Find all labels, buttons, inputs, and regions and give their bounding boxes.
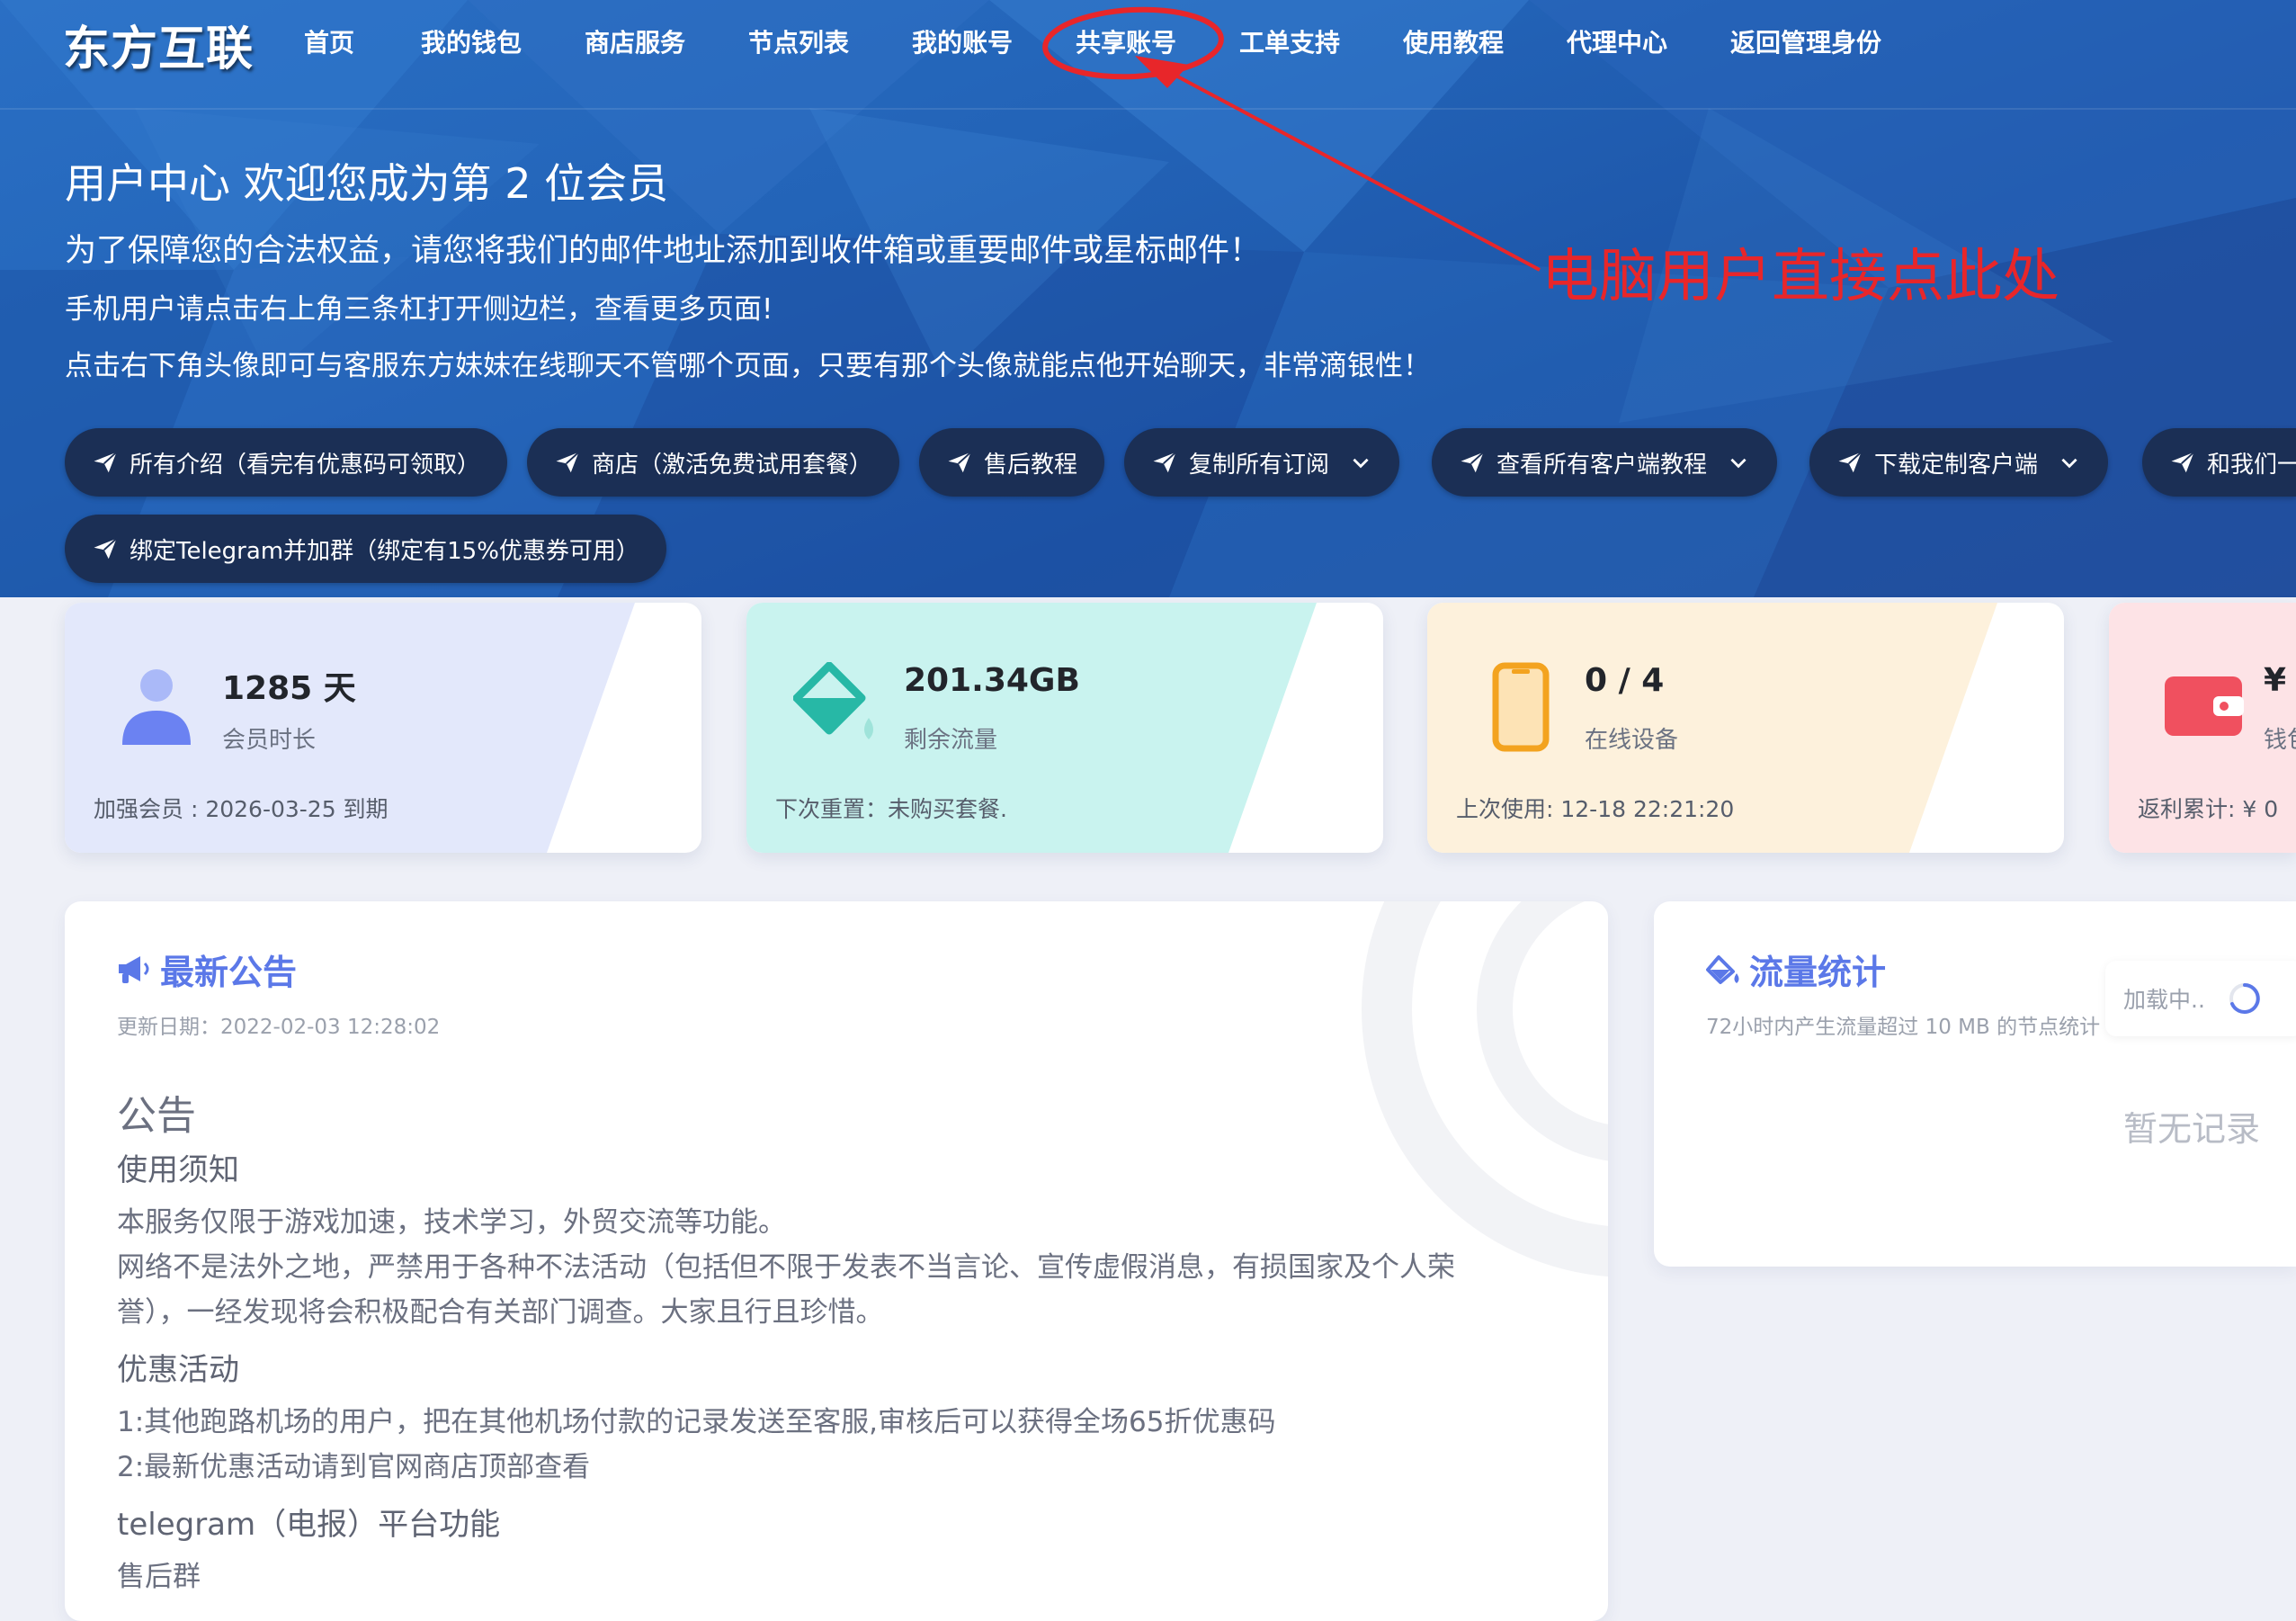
usage-notice-p2: 网络不是法外之地，严禁用于各种不法活动（包括但不限于发表不当言论、宣传虚假消息，… — [117, 1251, 1455, 1284]
remaining-traffic-value: 201.34GB — [904, 662, 1080, 699]
loading-indicator: 加载中.. — [2105, 961, 2296, 1036]
after-sales-button[interactable]: 售后教程 — [919, 428, 1105, 497]
traffic-empty-state: 暂无记录 — [2123, 1109, 2261, 1149]
spinner-icon — [2229, 983, 2260, 1014]
member-expiry: 加强会员 : 2026-03-25 到期 — [94, 796, 389, 822]
join-us-button[interactable]: 和我们一 — [2142, 428, 2296, 497]
telegram-p1: 售后群 — [117, 1561, 201, 1593]
top-navigation: 东方互联 首页 我的钱包 商店服务 节点列表 我的账号 共享账号 工单支持 使用… — [0, 0, 2296, 110]
annotation-text: 电脑用户直接点此处 — [1541, 244, 2059, 310]
nav-item-my-account[interactable]: 我的账号 — [912, 23, 1013, 59]
paint-bucket-icon — [1706, 954, 1739, 984]
traffic-reset-info: 下次重置：未购买套餐. — [775, 796, 1007, 822]
remaining-traffic-card: 201.34GB 剩余流量 下次重置：未购买套餐. — [746, 603, 1383, 853]
paper-plane-icon — [948, 452, 972, 473]
traffic-stats-subtitle: 72小时内产生流量超过 10 MB 的节点统计 — [1706, 1016, 2101, 1039]
remaining-traffic-label: 剩余流量 — [904, 727, 998, 754]
member-duration-label: 会员时长 — [222, 727, 317, 754]
online-devices-card: 0 / 4 在线设备 上次使用: 12-18 22:21:20 — [1427, 603, 2064, 853]
chevron-down-icon — [2061, 458, 2077, 469]
paper-plane-icon — [1838, 452, 1863, 473]
bind-telegram-button-label: 绑定Telegram并加群（绑定有15%优惠券可用） — [130, 537, 639, 565]
download-client-button-label: 下载定制客户端 — [1874, 451, 2039, 479]
announcement-heading: 公告 — [117, 1093, 196, 1139]
traffic-stats-panel: 流量统计 72小时内产生流量超过 10 MB 的节点统计 加载中.. 暂无记录 — [1654, 901, 2296, 1267]
telegram-title: telegram（电报）平台功能 — [117, 1507, 501, 1543]
announcement-title: 最新公告 — [117, 945, 297, 994]
usage-notice-p3: 誉），一经发现将会积极配合有关部门调查。大家且行且珍惜。 — [117, 1296, 884, 1329]
rebate-total: 返利累计: ¥ 0 — [2138, 796, 2279, 822]
chevron-down-icon — [1730, 458, 1747, 469]
paper-plane-icon — [94, 538, 118, 560]
client-tutorials-button[interactable]: 查看所有客户端教程 — [1432, 428, 1778, 497]
announcement-content: 公告 使用须知 本服务仅限于游戏加速，技术学习，外贸交流等功能。 网络不是法外之… — [117, 1090, 1574, 1599]
download-client-button[interactable]: 下载定制客户端 — [1809, 428, 2109, 497]
promotions-title: 优惠活动 — [117, 1352, 239, 1388]
traffic-stats-title: 流量统计 — [1706, 945, 1886, 994]
paper-plane-icon — [94, 452, 118, 473]
traffic-stats-title-text: 流量统计 — [1749, 953, 1887, 992]
nav-item-nodes[interactable]: 节点列表 — [748, 23, 849, 59]
shop-trial-button[interactable]: 商店（激活免费试用套餐） — [527, 428, 900, 497]
promotions-p1: 1:其他跑路机场的用户，把在其他机场付款的记录发送至客服,审核后可以获得全场65… — [117, 1406, 1276, 1438]
page-title: 用户中心 欢迎您成为第 2 位会员 — [65, 159, 669, 208]
nav-item-admin-return[interactable]: 返回管理身份 — [1730, 23, 1881, 59]
last-used-time: 上次使用: 12-18 22:21:20 — [1456, 796, 1735, 822]
nav-item-agent[interactable]: 代理中心 — [1567, 23, 1667, 59]
site-logo[interactable]: 东方互联 — [63, 11, 254, 78]
user-icon — [122, 669, 191, 745]
member-duration-value: 1285 天 — [222, 670, 356, 707]
paper-plane-icon — [2171, 452, 2195, 473]
paper-plane-icon — [1461, 452, 1485, 473]
wallet-icon — [2165, 676, 2244, 736]
phone-icon — [1492, 662, 1550, 752]
nav-item-tickets[interactable]: 工单支持 — [1239, 23, 1340, 59]
bind-telegram-button[interactable]: 绑定Telegram并加群（绑定有15%优惠券可用） — [65, 515, 666, 583]
paper-plane-icon — [1153, 452, 1177, 473]
megaphone-icon — [119, 955, 149, 983]
chevron-down-icon — [1353, 458, 1369, 469]
promotions-p2: 2:最新优惠活动请到官网商店顶部查看 — [117, 1451, 591, 1483]
client-tutorials-button-label: 查看所有客户端教程 — [1496, 451, 1708, 479]
nav-item-wallet[interactable]: 我的钱包 — [421, 23, 522, 59]
paper-plane-icon — [556, 452, 580, 473]
usage-notice-title: 使用须知 — [117, 1152, 239, 1188]
announcement-panel: 最新公告 更新日期：2022-02-03 12:28:02 公告 使用须知 本服… — [65, 901, 1608, 1621]
bucket-icon — [793, 662, 873, 739]
wallet-balance-value: ¥ 1 — [2264, 662, 2296, 699]
loading-text: 加载中.. — [2123, 987, 2205, 1013]
join-us-button-label: 和我们一 — [2207, 451, 2296, 479]
announcement-title-text: 最新公告 — [160, 953, 298, 992]
announcement-updated: 更新日期：2022-02-03 12:28:02 — [117, 1016, 441, 1039]
online-devices-label: 在线设备 — [1585, 727, 1679, 754]
notice-chat: 点击右下角头像即可与客服东方妹妹在线聊天不管哪个页面，只要有那个头像就能点他开始… — [65, 350, 1431, 382]
nav-item-tutorials[interactable]: 使用教程 — [1403, 23, 1504, 59]
after-sales-button-label: 售后教程 — [984, 451, 1078, 479]
notice-email: 为了保障您的合法权益，请您将我们的邮件地址添加到收件箱或重要邮件或星标邮件！ — [65, 233, 1262, 269]
nav-item-shop[interactable]: 商店服务 — [585, 23, 685, 59]
member-duration-card: 1285 天 会员时长 加强会员 : 2026-03-25 到期 — [65, 603, 701, 853]
wallet-card: ¥ 1 钱包 返利累计: ¥ 0 — [2109, 603, 2296, 853]
header-banner: 东方互联 首页 我的钱包 商店服务 节点列表 我的账号 共享账号 工单支持 使用… — [0, 0, 2296, 597]
nav-item-home[interactable]: 首页 — [304, 23, 354, 59]
online-devices-value: 0 / 4 — [1585, 662, 1665, 699]
intro-button[interactable]: 所有介绍（看完有优惠码可领取） — [65, 428, 508, 497]
shop-trial-button-label: 商店（激活免费试用套餐） — [592, 451, 873, 479]
nav-item-shared-account[interactable]: 共享账号 — [1076, 23, 1176, 59]
copy-subscriptions-button-label: 复制所有订阅 — [1189, 451, 1330, 479]
notice-mobile: 手机用户请点击右上角三条杠打开侧边栏，查看更多页面! — [65, 293, 773, 326]
wallet-label: 钱包 — [2264, 727, 2296, 754]
intro-button-label: 所有介绍（看完有优惠码可领取） — [130, 451, 481, 479]
usage-notice-p1: 本服务仅限于游戏加速，技术学习，外贸交流等功能。 — [117, 1206, 786, 1239]
copy-subscriptions-button[interactable]: 复制所有订阅 — [1124, 428, 1400, 497]
